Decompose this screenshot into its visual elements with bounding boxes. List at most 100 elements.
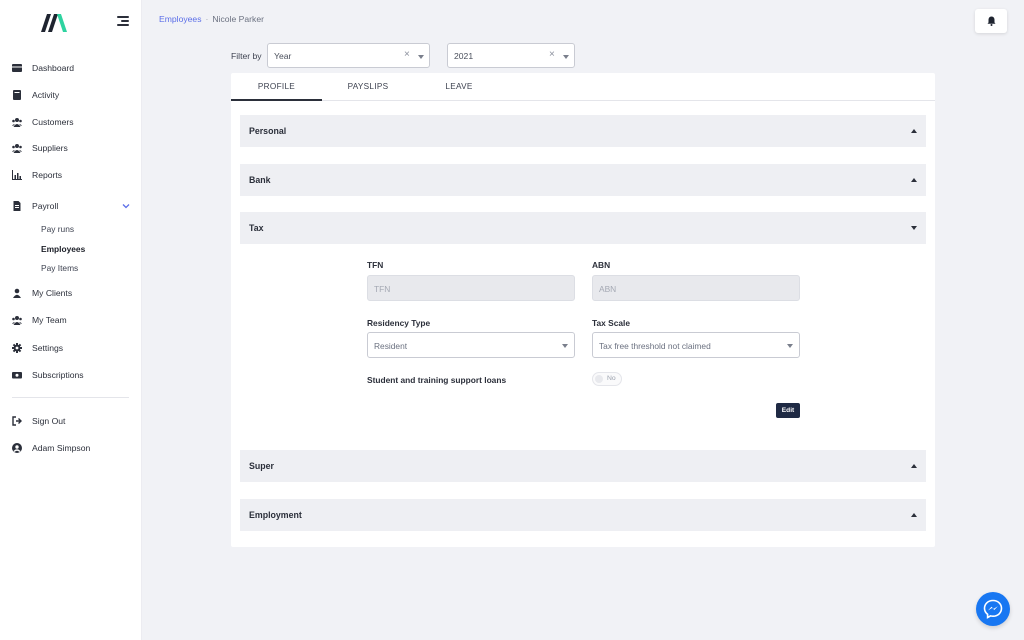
tab-leave[interactable]: LEAVE: [414, 82, 504, 91]
sidebar-item-label: My Team: [32, 315, 67, 325]
sidebar-item-my-team[interactable]: My Team: [0, 310, 142, 330]
tfn-field: TFN: [367, 275, 575, 301]
sidebar-item-settings[interactable]: Settings: [0, 338, 142, 358]
sidebar-item-label: Subscriptions: [32, 370, 84, 380]
sidebar-subitem-pay-runs[interactable]: Pay runs: [41, 224, 74, 234]
section-bank[interactable]: Bank: [240, 164, 926, 196]
sidebar-item-account[interactable]: Adam Simpson: [0, 438, 142, 458]
active-tab-indicator: [231, 99, 322, 101]
breadcrumb-separator: ·: [205, 14, 209, 24]
section-title: Tax: [249, 223, 264, 233]
filter-year-select[interactable]: 2021 ×: [447, 43, 575, 68]
caret-down-icon[interactable]: [563, 55, 569, 59]
abn-placeholder: ABN: [599, 284, 617, 294]
sidebar-item-label: Dashboard: [32, 63, 75, 73]
breadcrumb-link-employees[interactable]: Employees: [159, 14, 202, 24]
sidebar-item-label: Adam Simpson: [32, 443, 91, 453]
section-tax[interactable]: Tax: [240, 212, 926, 244]
sidebar-item-activity[interactable]: Activity: [0, 85, 142, 105]
sidebar-item-label: Settings: [32, 343, 64, 353]
residency-type-label: Residency Type: [367, 318, 431, 328]
tab-bar: PROFILE PAYSLIPS LEAVE: [231, 73, 935, 101]
sidebar-item-label: Suppliers: [32, 143, 68, 153]
residency-type-value: Resident: [374, 341, 408, 351]
breadcrumb-current: Nicole Parker: [212, 14, 264, 24]
filter-type-select[interactable]: Year ×: [267, 43, 430, 68]
sidebar-item-payroll[interactable]: Payroll: [0, 196, 142, 216]
filter-year-value: 2021: [454, 51, 474, 61]
caret-up-icon: [911, 178, 917, 182]
sidebar-divider: [12, 397, 129, 398]
subscriptions-icon: [12, 372, 22, 379]
caret-down-icon[interactable]: [418, 55, 424, 59]
tab-profile[interactable]: PROFILE: [231, 82, 322, 91]
sidebar-item-label: Payroll: [32, 201, 59, 211]
section-super[interactable]: Super: [240, 450, 926, 482]
sidebar-item-label: Customers: [32, 117, 74, 127]
gear-icon: [12, 343, 22, 353]
tfn-placeholder: TFN: [374, 284, 391, 294]
toggle-knob: [595, 375, 603, 383]
bell-icon: [987, 16, 996, 26]
dashboard-icon: [12, 64, 22, 72]
suppliers-icon: [12, 144, 22, 153]
sidebar-item-customers[interactable]: Customers: [0, 112, 142, 132]
tab-payslips[interactable]: PAYSLIPS: [323, 82, 413, 91]
payroll-icon: [13, 201, 21, 211]
abn-label: ABN: [592, 260, 611, 270]
chevron-down-icon: [122, 204, 130, 209]
section-title: Super: [249, 461, 274, 471]
sidebar-item-suppliers[interactable]: Suppliers: [0, 138, 142, 158]
sidebar-item-dashboard[interactable]: Dashboard: [0, 58, 142, 78]
caret-up-icon: [911, 513, 917, 517]
filter-label: Filter by: [231, 51, 262, 61]
messenger-chat-button[interactable]: [976, 592, 1010, 626]
sidebar-item-subscriptions[interactable]: Subscriptions: [0, 365, 142, 385]
breadcrumb: Employees · Nicole Parker: [159, 14, 264, 24]
section-title: Employment: [249, 510, 302, 520]
toggle-label: No: [607, 375, 616, 382]
tfn-label: TFN: [367, 260, 384, 270]
tax-scale-select[interactable]: Tax free threshold not claimed: [592, 332, 800, 358]
caret-down-icon: [911, 226, 917, 230]
sidebar-item-label: My Clients: [32, 288, 73, 298]
tax-scale-label: Tax Scale: [592, 318, 631, 328]
messenger-icon: [983, 599, 1003, 619]
student-loans-label: Student and training support loans: [367, 375, 507, 385]
abn-field: ABN: [592, 275, 800, 301]
sidebar-subitem-pay-items[interactable]: Pay Items: [41, 263, 78, 273]
caret-down-icon: [787, 344, 793, 348]
caret-up-icon: [911, 129, 917, 133]
section-personal[interactable]: Personal: [240, 115, 926, 147]
sidebar-item-label: Reports: [32, 170, 63, 180]
clear-icon[interactable]: ×: [549, 49, 555, 60]
sidebar-item-my-clients[interactable]: My Clients: [0, 283, 142, 303]
sidebar-subitem-employees[interactable]: Employees: [41, 244, 85, 254]
menu-toggle-icon[interactable]: [117, 16, 129, 26]
notifications-button[interactable]: [975, 9, 1007, 33]
sidebar-item-label: Sign Out: [32, 416, 66, 426]
clear-icon[interactable]: ×: [404, 49, 410, 60]
sidebar-item-reports[interactable]: Reports: [0, 165, 142, 185]
edit-button[interactable]: Edit: [776, 403, 800, 418]
student-loans-toggle[interactable]: No: [592, 372, 622, 386]
customers-icon: [12, 118, 22, 127]
sidebar-item-label: Activity: [32, 90, 60, 100]
section-employment[interactable]: Employment: [240, 499, 926, 531]
caret-up-icon: [911, 464, 917, 468]
section-title: Bank: [249, 175, 271, 185]
caret-down-icon: [562, 344, 568, 348]
sign-out-icon: [12, 416, 22, 426]
activity-icon: [13, 90, 21, 100]
residency-type-select[interactable]: Resident: [367, 332, 575, 358]
sidebar-item-sign-out[interactable]: Sign Out: [0, 411, 142, 431]
user-icon: [13, 288, 21, 298]
app-logo[interactable]: [41, 14, 67, 32]
reports-icon: [12, 170, 22, 180]
account-icon: [12, 443, 22, 453]
section-title: Personal: [249, 126, 287, 136]
team-icon: [12, 316, 22, 325]
tax-scale-value: Tax free threshold not claimed: [599, 341, 711, 351]
sidebar: Dashboard Activity Customers Suppliers R…: [0, 0, 142, 640]
filter-type-value: Year: [274, 51, 292, 61]
